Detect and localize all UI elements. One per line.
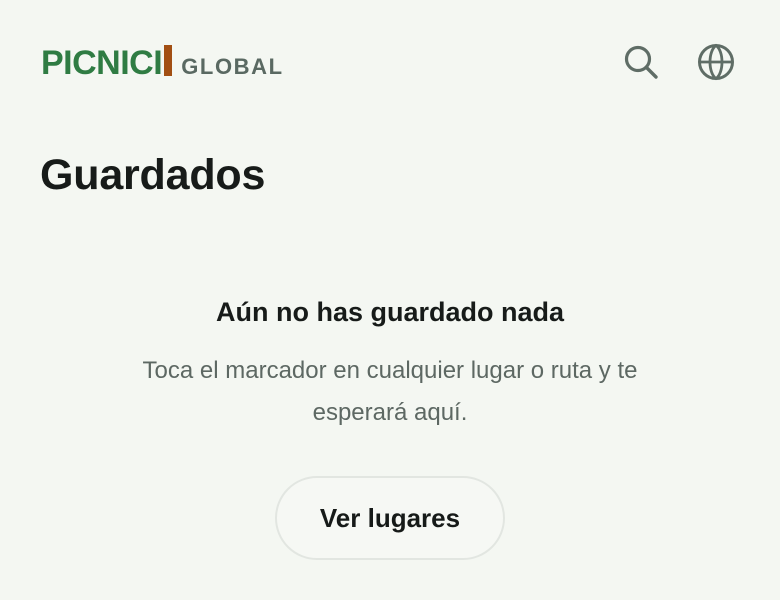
brand-logo[interactable]: PICNICI GLOBAL [41,43,284,80]
empty-state: Aún no has guardado nada Toca el marcado… [90,294,690,434]
globe-icon [698,43,734,81]
language-button[interactable] [694,40,738,84]
empty-state-description: Toca el marcador en cualquier lugar o ru… [142,357,638,426]
view-places-button[interactable]: Ver lugares [275,476,505,560]
empty-state-title: Aún no has guardado nada [215,297,565,327]
page-title: Guardados [40,151,266,199]
brand-accent-mark [164,45,173,76]
brand-subtitle: GLOBAL [181,54,284,79]
search-button[interactable] [619,40,663,84]
brand-name: PICNICI [41,44,163,82]
search-icon [624,45,658,79]
app-header: PICNICI GLOBAL [0,0,780,120]
